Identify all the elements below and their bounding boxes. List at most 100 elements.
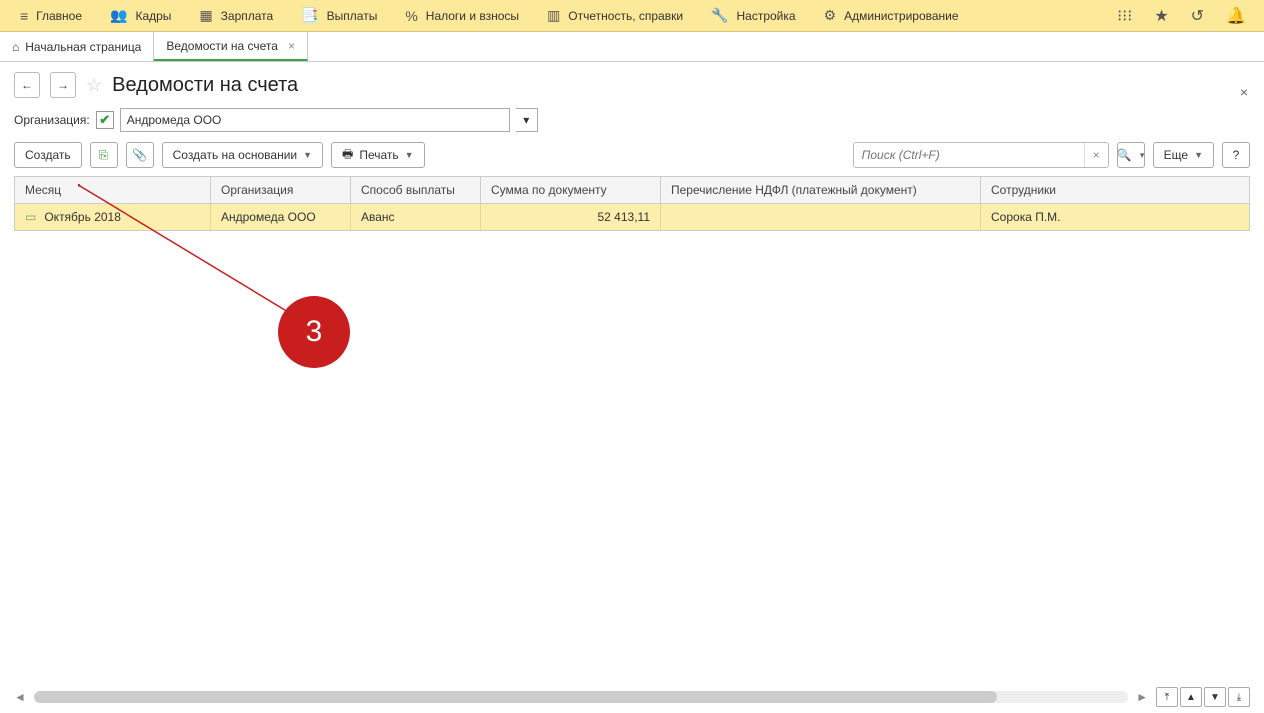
btn-label: Создать на основании [173,148,298,162]
cell-ndfl [661,204,981,230]
org-filter-dropdown[interactable]: ▾ [516,108,538,132]
menu-nalogi[interactable]: % Налоги и взносы [391,0,533,32]
btn-label: Создать [25,148,71,162]
btn-label: Еще [1164,148,1188,162]
toolbar: Создать ⎘ 📎 Создать на основании ▼ 🖶 Печат… [0,136,1264,174]
apps-icon[interactable]: ⁝⁝⁝ [1111,2,1138,30]
back-button[interactable]: ← [14,72,40,98]
col-header-org[interactable]: Организация [211,177,351,203]
menu-label: Налоги и взносы [426,9,519,23]
scroll-left-icon[interactable]: ◄ [14,690,26,704]
search-button[interactable]: 🔍▾ [1117,142,1145,168]
cell-emp: Сорока П.М. [981,204,1249,230]
tab-row: ⌂ Начальная страница Ведомости на счета … [0,32,1264,62]
copy-icon: ⎘ [99,148,109,163]
col-header-method[interactable]: Способ выплаты [351,177,481,203]
attach-button[interactable]: 📎 [126,142,154,168]
btn-label: Печать [359,148,398,162]
report-icon: ▥ [547,7,560,24]
tab-label: Ведомости на счета [166,39,278,53]
search-icon: 🔍 [1117,148,1132,162]
filter-row: Организация: ✔ Андромеда ООО ▾ [0,104,1264,136]
chevron-down-icon: ▼ [1194,150,1203,160]
org-filter-label: Организация: [14,113,90,127]
col-header-sum[interactable]: Сумма по документу [481,177,661,203]
gear-icon: ⚙ [824,7,837,24]
percent-icon: % [405,8,417,24]
copy-button[interactable]: ⎘ [90,142,118,168]
data-table: Месяц Организация Способ выплаты Сумма п… [14,176,1250,231]
menu-kadry[interactable]: 👥 Кадры [96,0,185,32]
people-icon: 👥 [110,7,127,24]
menu-main[interactable]: ≡ Главное [6,0,96,32]
footer: ◄ ► ⤒ ▲ ▼ ⤓ [14,687,1250,707]
menu-label: Администрирование [844,9,958,23]
forward-button[interactable]: → [50,72,76,98]
scroll-bottom-button[interactable]: ⤓ [1228,687,1250,707]
org-filter-checkbox[interactable]: ✔ [96,111,114,129]
org-filter-input[interactable]: Андромеда ООО [120,108,510,132]
menu-nastroyka[interactable]: 🔧 Настройка [697,0,810,32]
tab-home[interactable]: ⌂ Начальная страница [0,32,154,61]
scroll-up-button[interactable]: ▲ [1180,687,1202,707]
print-button[interactable]: 🖶 Печать ▼ [331,142,425,168]
home-icon: ⌂ [12,40,19,54]
scroll-right-icon[interactable]: ► [1136,690,1148,704]
close-icon[interactable]: × [284,39,295,53]
annotation-badge: 3 [278,296,350,368]
close-page-icon[interactable]: × [1240,84,1248,100]
menu-label: Зарплата [221,9,274,23]
table-body: ▭Октябрь 2018 Андромеда ООО Аванс 52 413… [15,204,1249,230]
print-icon: 🖶 [342,145,353,166]
col-header-emp[interactable]: Сотрудники [981,177,1249,203]
col-header-ndfl[interactable]: Перечисление НДФЛ (платежный документ) [661,177,981,203]
page-title: Ведомости на счета [112,74,298,97]
create-based-button[interactable]: Создать на основании ▼ [162,142,323,168]
menu-otchet[interactable]: ▥ Отчетность, справки [533,0,697,32]
cell-org: Андромеда ООО [211,204,351,230]
search-clear-button[interactable]: × [1084,143,1108,167]
main-menu-bar: ≡ Главное 👥 Кадры ▦Зарплата 📑 Выплаты % Нало… [0,0,1264,32]
menu-label: Главное [36,9,82,23]
bell-icon[interactable]: 🔔 [1220,2,1252,30]
history-icon[interactable]: ↺ [1185,2,1210,30]
paperclip-icon: 📎 [132,148,147,162]
chevron-down-icon: ▾ [1140,150,1145,161]
menu-label: Кадры [135,9,171,23]
search-box: × [853,142,1109,168]
burger-icon: ≡ [20,8,28,24]
menu-admin[interactable]: ⚙ Администрирование [810,0,973,32]
wrench-icon: 🔧 [711,7,728,24]
table-header: Месяц Организация Способ выплаты Сумма п… [15,177,1249,204]
check-icon: ✔ [99,112,110,128]
cell-sum: 52 413,11 [481,204,661,230]
tab-label: Начальная страница [25,40,141,54]
menu-vyplaty[interactable]: 📑 Выплаты [287,0,391,32]
menu-label: Настройка [736,9,795,23]
table-row[interactable]: ▭Октябрь 2018 Андромеда ООО Аванс 52 413… [15,204,1249,230]
menu-zarplata[interactable]: ▦Зарплата [185,0,287,32]
chevron-down-icon: ▾ [523,113,529,127]
horizontal-scrollbar[interactable] [34,691,1128,703]
tab-vedomosti[interactable]: Ведомости на счета × [154,32,308,61]
document-icon: ▭ [25,210,36,224]
doc-icon: 📑 [301,7,318,24]
create-button[interactable]: Создать [14,142,82,168]
help-button[interactable]: ? [1222,142,1250,168]
chevron-down-icon: ▼ [405,150,414,160]
star-icon[interactable]: ★ [1148,2,1174,30]
menu-label: Отчетность, справки [568,9,683,23]
menu-label: Выплаты [327,9,378,23]
favorite-star-icon[interactable]: ☆ [86,75,102,96]
org-filter-value: Андромеда ООО [127,113,222,127]
scroll-top-button[interactable]: ⤒ [1156,687,1178,707]
more-button[interactable]: Еще ▼ [1153,142,1214,168]
scrollbar-thumb[interactable] [34,691,997,703]
col-header-month[interactable]: Месяц [15,177,211,203]
scroll-down-button[interactable]: ▼ [1204,687,1226,707]
page-header: ← → ☆ Ведомости на счета [0,62,1264,104]
cell-month: ▭Октябрь 2018 [15,204,211,230]
search-input[interactable] [854,143,1084,167]
chevron-down-icon: ▼ [303,150,312,160]
cell-method: Аванс [351,204,481,230]
